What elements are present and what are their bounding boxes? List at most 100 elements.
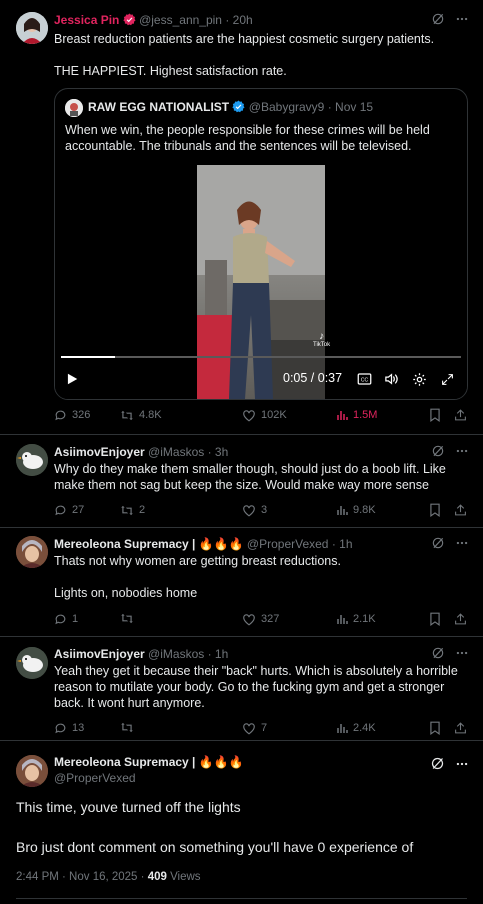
author-handle-line: @ProperVexed <box>54 771 136 786</box>
author-handle[interactable]: @iMaskos <box>148 445 204 459</box>
reply-button[interactable]: 27 <box>54 503 84 517</box>
post-text: Breast reduction patients are the happie… <box>54 31 465 79</box>
bookmark-icon[interactable] <box>429 503 441 517</box>
like-button[interactable]: 3 <box>242 503 267 517</box>
like-button[interactable]: 102K <box>242 408 287 422</box>
like-count: 3 <box>261 504 268 516</box>
post-header-icons <box>431 536 469 550</box>
author-name[interactable]: Jessica Pin <box>54 13 119 27</box>
avatar[interactable] <box>16 444 48 476</box>
more-icon[interactable] <box>455 444 469 458</box>
repost-button[interactable]: 4.8K <box>120 408 162 422</box>
like-button[interactable]: 327 <box>242 612 279 626</box>
avatar[interactable] <box>16 536 48 568</box>
post-text: Yeah they get it because their "back" hu… <box>54 664 458 710</box>
reply-button[interactable]: 326 <box>54 408 90 422</box>
view-count: 2.4K <box>353 722 376 734</box>
quoted-post[interactable]: RAW EGG NATIONALIST @Babygravy9 · Nov 15… <box>54 88 468 400</box>
video-player[interactable]: ♪ TikTok 0:05 / 0:37 CC <box>55 165 467 399</box>
grok-icon[interactable] <box>431 646 445 660</box>
reply-icon <box>54 613 67 626</box>
quote-avatar[interactable] <box>65 99 83 117</box>
views-button[interactable]: 2.4K <box>336 721 376 735</box>
fullscreen-icon[interactable] <box>441 373 454 386</box>
heart-icon <box>242 722 256 735</box>
grok-icon[interactable] <box>431 536 445 550</box>
share-icon[interactable] <box>454 721 467 735</box>
author-handle[interactable]: @ProperVexed <box>54 771 136 785</box>
analytics-icon <box>336 722 348 734</box>
avatar[interactable] <box>16 12 48 44</box>
divider <box>16 898 467 899</box>
author-name[interactable]: Mereoleona Supremacy | 🔥🔥🔥 <box>54 537 244 551</box>
share-icon[interactable] <box>454 503 467 517</box>
grok-icon[interactable] <box>430 756 445 771</box>
reply-post: AsiimovEnjoyer @iMaskos · 1h Yeah they g… <box>0 637 483 742</box>
post-text-line: THE HAPPIEST. Highest satisfaction rate. <box>54 64 287 78</box>
bookmark-icon[interactable] <box>429 408 441 422</box>
views-button[interactable]: 2.1K <box>336 612 376 626</box>
reply-count: 27 <box>72 504 85 516</box>
bookmark-icon[interactable] <box>429 721 441 735</box>
view-count: 1.5M <box>353 409 378 421</box>
author-name[interactable]: AsiimovEnjoyer <box>54 445 145 459</box>
like-button[interactable]: 7 <box>242 721 267 735</box>
more-icon[interactable] <box>455 12 469 26</box>
author-handle[interactable]: @iMaskos <box>148 647 204 661</box>
post-time[interactable]: · 1h <box>208 647 229 661</box>
post-text-line: Lights on, nobodies home <box>54 586 198 600</box>
settings-gear-icon[interactable] <box>412 372 427 387</box>
more-icon[interactable] <box>455 757 469 771</box>
verified-badge-icon <box>123 13 136 26</box>
play-icon[interactable] <box>65 372 79 386</box>
share-icon[interactable] <box>454 612 467 626</box>
reply-button[interactable]: 13 <box>54 721 84 735</box>
author-name[interactable]: Mereoleona Supremacy | 🔥🔥🔥 <box>54 755 244 769</box>
post-actions: 1 327 2.1K <box>54 612 469 630</box>
reply-icon <box>54 409 67 422</box>
avatar[interactable] <box>16 647 48 679</box>
volume-icon[interactable] <box>384 372 399 386</box>
like-count: 327 <box>261 613 280 625</box>
heart-icon <box>242 504 256 517</box>
grok-icon[interactable] <box>431 12 445 26</box>
avatar[interactable] <box>16 755 48 787</box>
captions-icon[interactable]: CC <box>357 372 372 386</box>
post-header: Mereoleona Supremacy | 🔥🔥🔥 @ProperVexed … <box>54 537 353 552</box>
reply-button[interactable]: 1 <box>54 612 78 626</box>
author-handle[interactable]: @ProperVexed <box>247 537 329 551</box>
focused-post-text-line: This time, youve turned off the lights <box>16 799 241 815</box>
post-time[interactable]: · 3h <box>208 445 229 459</box>
post-actions: 13 7 2.4K <box>54 721 469 739</box>
verified-badge-icon <box>232 100 245 113</box>
video-frame <box>197 165 325 399</box>
timestamp-text[interactable]: 2:44 PM · Nov 16, 2025 · <box>16 871 148 883</box>
bookmark-icon[interactable] <box>429 612 441 626</box>
more-icon[interactable] <box>455 646 469 660</box>
post-time[interactable]: · 1h <box>332 537 353 551</box>
repost-button[interactable]: 2 <box>120 503 145 517</box>
video-progress-fill <box>61 356 115 358</box>
reply-icon <box>54 504 67 517</box>
post-text: Why do they make them smaller though, sh… <box>54 462 446 492</box>
author-handle[interactable]: @jess_ann_pin <box>139 13 222 27</box>
reply-post: Mereoleona Supremacy | 🔥🔥🔥 @ProperVexed … <box>0 528 483 638</box>
repost-icon <box>120 409 134 422</box>
heart-icon <box>242 613 256 626</box>
views-button[interactable]: 1.5M <box>336 408 377 422</box>
grok-icon[interactable] <box>431 444 445 458</box>
post-text-line: Thats not why women are getting breast r… <box>54 554 341 568</box>
reply-count: 326 <box>72 409 91 421</box>
quote-text: When we win, the people responsible for … <box>65 123 430 153</box>
repost-count: 2 <box>139 504 146 516</box>
view-count: 2.1K <box>353 613 376 625</box>
share-icon[interactable] <box>454 408 467 422</box>
repost-button[interactable] <box>120 612 139 625</box>
views-label: Views <box>166 871 201 883</box>
more-icon[interactable] <box>455 536 469 550</box>
repost-button[interactable] <box>120 721 139 734</box>
author-name[interactable]: AsiimovEnjoyer <box>54 647 145 661</box>
views-button[interactable]: 9.8K <box>336 503 376 517</box>
post-time[interactable]: · 20h <box>225 13 252 27</box>
video-progress-bar[interactable] <box>61 356 461 358</box>
